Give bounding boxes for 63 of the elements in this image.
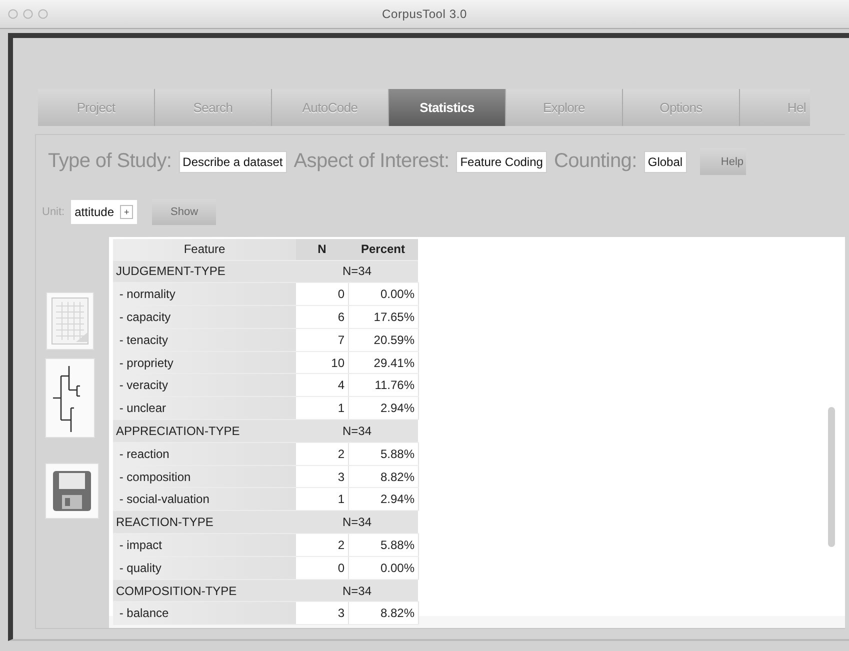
percent-cell: 29.41%	[348, 351, 418, 374]
percent-cell: 8.82%	[348, 602, 418, 625]
percent-cell: 0.00%	[348, 282, 418, 306]
count-cell: 2	[296, 534, 348, 556]
feature-cell: - tenacity	[113, 328, 296, 352]
field-label: Type of Study:	[48, 150, 172, 173]
count-cell: 3	[296, 465, 348, 488]
help-button[interactable]: Help	[700, 148, 746, 175]
field-label: Counting:	[554, 150, 637, 173]
dropdown[interactable]: Describe a dataset	[178, 150, 287, 172]
tree-view-button[interactable]	[45, 358, 95, 438]
group-cell: APPRECIATION-TYPE	[113, 420, 296, 442]
column-header: Feature	[113, 239, 296, 260]
count-cell: 7	[296, 328, 348, 352]
group-cell: REACTION-TYPE	[113, 510, 296, 534]
tab[interactable]: Statistics	[389, 89, 506, 126]
feature-cell: - veracity	[113, 374, 296, 397]
count-cell: 10	[296, 351, 348, 374]
count-cell: 3	[296, 602, 348, 625]
column-header: N	[296, 239, 348, 260]
feature-cell: - quality	[113, 556, 296, 580]
count-cell: 4	[296, 374, 348, 397]
unit-dropdown[interactable]: attitude +	[70, 200, 138, 224]
spreadsheet-icon	[50, 296, 90, 346]
field-label: Aspect of Interest:	[294, 150, 450, 173]
percent-cell: 20.59%	[348, 328, 418, 352]
count-cell: 1	[296, 488, 348, 511]
percent-cell: 8.82%	[348, 465, 418, 488]
count-cell: 1	[296, 396, 348, 420]
total-cell: N=34	[296, 510, 418, 534]
save-button[interactable]	[45, 463, 99, 519]
group-cell: COMPOSITION-TYPE	[113, 579, 296, 602]
total-cell: N=34	[296, 579, 418, 602]
feature-cell: - reaction	[113, 442, 296, 466]
scrollbar-thumb[interactable]	[828, 407, 835, 547]
percent-cell: 2.94%	[348, 396, 418, 420]
count-cell: 0	[296, 282, 348, 306]
feature-cell: - capacity	[113, 306, 296, 328]
column-header: Percent	[348, 239, 418, 260]
window-title: CorpusTool 3.0	[382, 7, 467, 21]
percent-cell: 5.88%	[348, 442, 418, 466]
total-cell: N=34	[296, 420, 418, 442]
percent-cell: 11.76%	[348, 374, 418, 397]
feature-cell: - propriety	[113, 351, 296, 374]
feature-cell: - unclear	[113, 396, 296, 420]
percent-cell: 17.65%	[348, 306, 418, 328]
percent-cell: 5.88%	[348, 534, 418, 556]
count-cell: 6	[296, 306, 348, 328]
feature-cell: - composition	[113, 465, 296, 488]
percent-cell: 2.94%	[348, 488, 418, 511]
feature-cell: - normality	[113, 282, 296, 306]
feature-cell: - social-valuation	[113, 488, 296, 511]
feature-cell: - balance	[113, 602, 296, 625]
count-cell: 0	[296, 556, 348, 580]
total-cell: N=34	[296, 260, 418, 283]
count-cell: 2	[296, 442, 348, 466]
show-button[interactable]: Show	[152, 198, 216, 224]
dropdown[interactable]: Global	[644, 150, 687, 172]
feature-cell: - impact	[113, 534, 296, 556]
percent-cell: 0.00%	[348, 556, 418, 580]
table-view-button[interactable]	[46, 292, 94, 350]
group-cell: JUDGEMENT-TYPE	[113, 260, 296, 283]
dropdown[interactable]: Feature Coding	[456, 150, 547, 172]
